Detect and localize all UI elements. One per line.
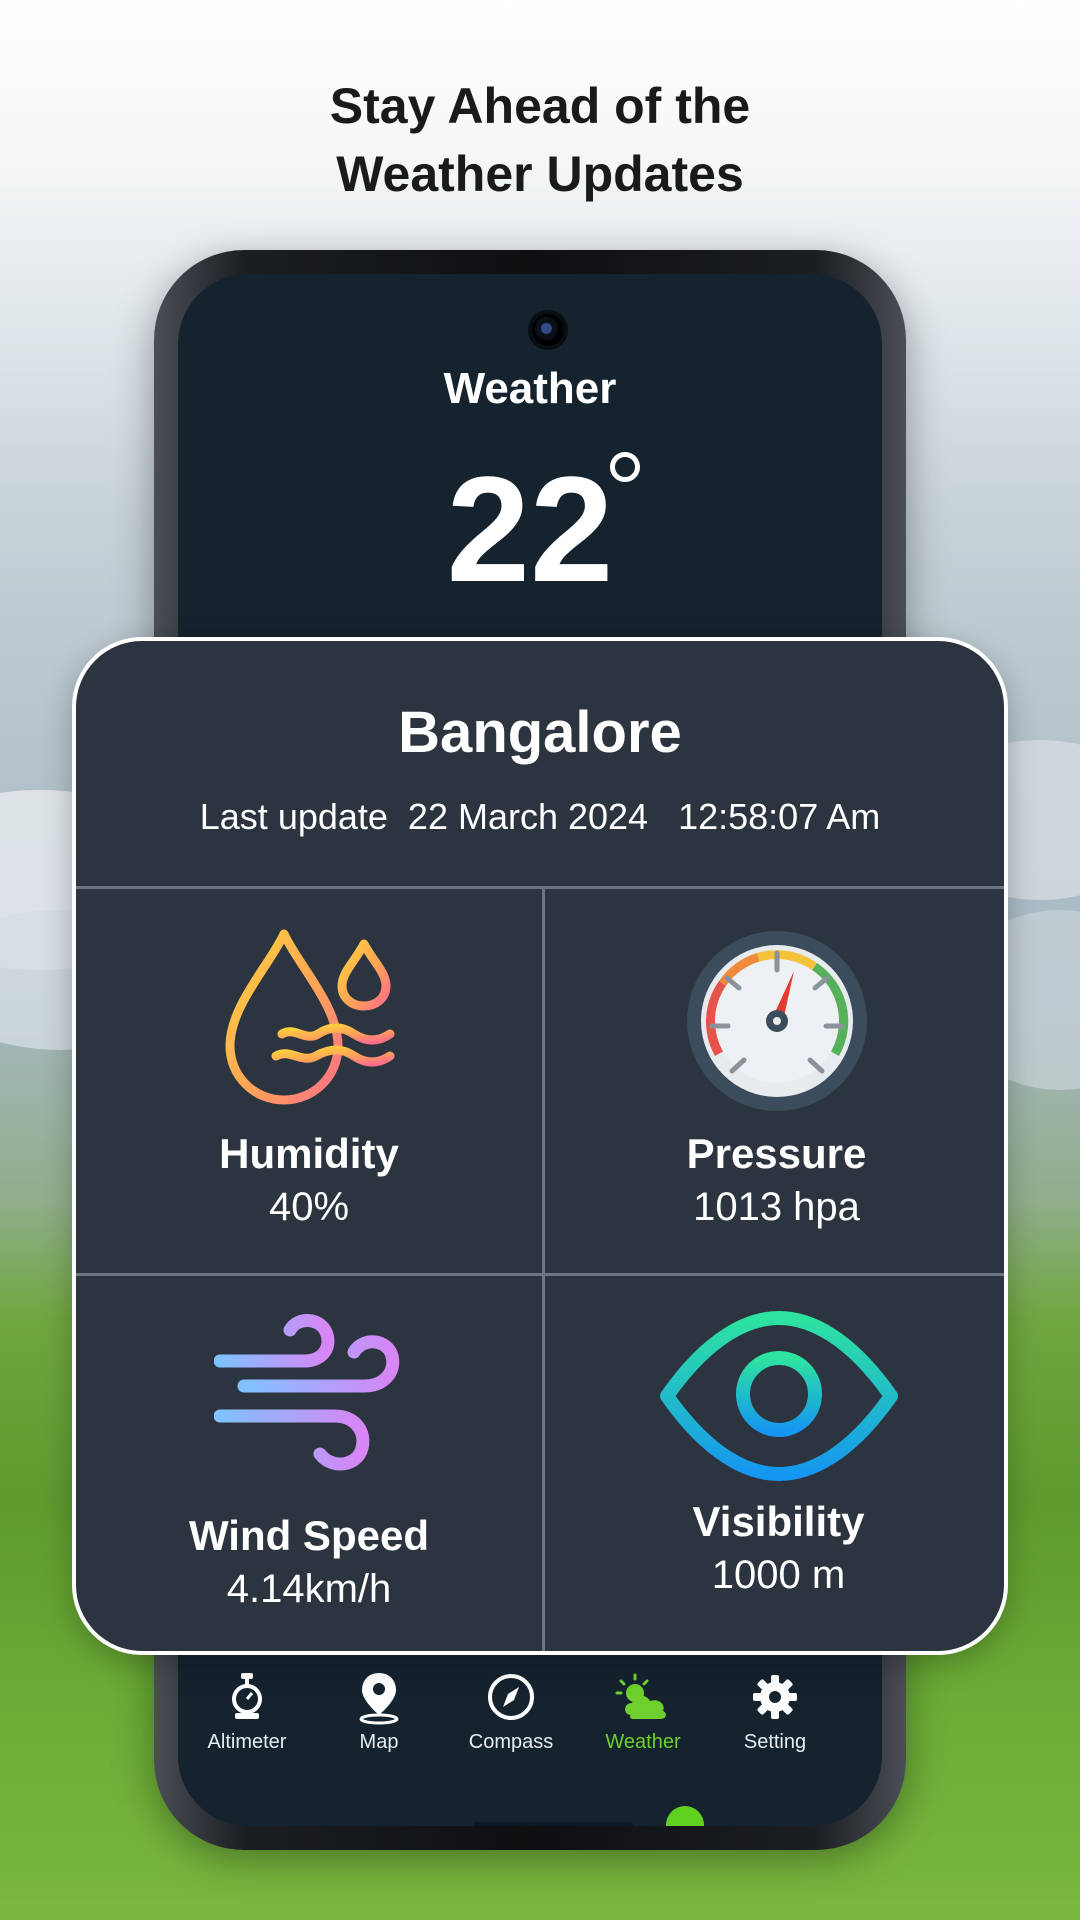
humidity-icon [225,929,395,1105]
wind-speed-label: Wind Speed [189,1512,429,1559]
bottom-navigation: Altimeter Map Compass Weather Setting [178,1669,882,1819]
gear-icon [753,1675,797,1719]
divider-middle [76,1273,1004,1276]
nav-item-weather[interactable]: Weather [578,1669,708,1754]
nav-label-setting: Setting [743,1731,807,1753]
weather-details-card: Bangalore Last update 22 March 2024 12:5… [72,637,1008,1655]
wind-speed-value: 4.14km/h [226,1567,392,1611]
nav-item-compass[interactable]: Compass [446,1669,576,1754]
wind-icon [214,1314,400,1471]
pressure-label: Pressure [686,1130,867,1177]
divider-top [76,886,1004,889]
nav-label-map: Map [359,1731,399,1753]
front-camera [532,314,564,346]
nav-label-compass: Compass [468,1731,554,1753]
screen-title: Weather [443,364,617,413]
pressure-value: 1013 hpa [693,1185,860,1229]
city-name: Bangalore [398,700,682,765]
nav-item-map[interactable]: Map [314,1669,444,1754]
humidity-cell: Humidity 40% [76,926,542,1234]
eye-icon [659,1311,898,1481]
home-indicator [473,1822,633,1826]
headline-line-2: Weather Updates [336,146,744,202]
nav-label-weather: Weather [605,1731,681,1753]
nav-item-setting[interactable]: Setting [710,1669,840,1754]
humidity-label: Humidity [219,1130,399,1177]
wind-speed-cell: Wind Speed 4.14km/h [76,1306,542,1616]
visibility-label: Visibility [692,1498,865,1545]
headline-line-1: Stay Ahead of the [329,78,751,134]
nav-item-altimeter[interactable]: Altimeter [182,1669,312,1754]
visibility-cell: Visibility 1000 m [545,1306,1004,1602]
pressure-cell: Pressure 1013 hpa [545,926,1004,1234]
promo-headline: Stay Ahead of the Weather Updates [0,72,1080,208]
degree-symbol [610,452,640,482]
last-update-text: Last update 22 March 2024 12:58:07 Am [199,796,881,837]
temperature-value: 22 [446,445,614,613]
humidity-value: 40% [268,1185,350,1229]
pressure-gauge-icon [686,931,867,1111]
nav-label-altimeter: Altimeter [207,1731,287,1753]
visibility-value: 1000 m [711,1553,846,1597]
map-pin-icon [359,1673,399,1725]
altimeter-icon [232,1673,262,1719]
compass-icon [488,1674,534,1720]
weather-icon [615,1673,666,1719]
